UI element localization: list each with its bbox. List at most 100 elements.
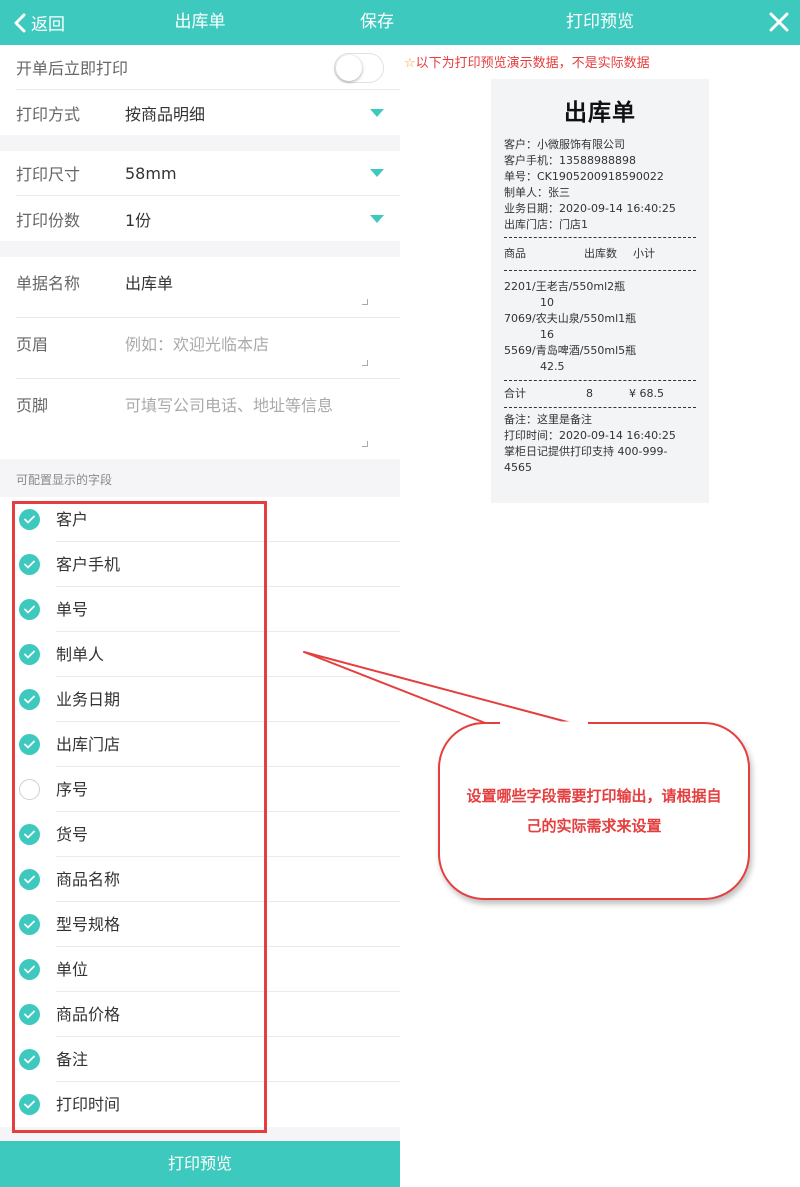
auto-print-label: 开单后立即打印 (16, 59, 129, 78)
back-button[interactable]: 返回 (12, 0, 65, 45)
preview-top-bar: 打印预览 (400, 0, 800, 45)
checkmark-icon (24, 965, 35, 974)
checkmark-icon (24, 1010, 35, 1019)
field-checkbox-item[interactable]: 备注 (0, 1037, 400, 1082)
checkmark-icon (24, 560, 35, 569)
divider (504, 237, 696, 238)
footer-text-label: 页脚 (16, 396, 49, 415)
checkmark-icon (24, 740, 35, 749)
close-icon[interactable] (768, 11, 790, 33)
checked-circle-icon[interactable] (19, 509, 40, 530)
checked-circle-icon[interactable] (19, 1004, 40, 1025)
footer-textarea[interactable]: 可填写公司电话、地址等信息 (125, 392, 370, 416)
checkmark-icon (24, 695, 35, 704)
top-bar: 返回 出库单 保存 (0, 0, 400, 45)
caret-down-icon (370, 214, 384, 223)
field-checkbox-item[interactable]: 序号 (0, 767, 400, 812)
unchecked-circle-icon[interactable] (19, 779, 40, 800)
receipt-item-name: 2201/王老吉/550ml2瓶 (504, 280, 626, 293)
field-checkbox-label: 出库门店 (56, 722, 400, 767)
document-text-group: 单据名称 出库单 页眉 例如：欢迎光临本店 页脚 可填写公司电话、地址等信息 (0, 257, 400, 459)
receipt-support-line2: 4565 (504, 461, 532, 474)
field-checkbox-item[interactable]: 打印时间 (0, 1082, 400, 1127)
header-text-label: 页眉 (16, 335, 49, 354)
total-qty: 8 (586, 387, 593, 400)
print-preview-button[interactable]: 打印预览 (0, 1141, 400, 1187)
field-checkbox-item[interactable]: 出库门店 (0, 722, 400, 767)
receipt-remark: 备注：这里是备注 (504, 413, 592, 426)
checked-circle-icon[interactable] (19, 824, 40, 845)
print-size-select[interactable]: 打印尺寸 58mm (16, 151, 400, 196)
field-checkbox-item[interactable]: 制单人 (0, 632, 400, 677)
checkmark-icon (24, 1055, 35, 1064)
print-copies-select[interactable]: 打印份数 1份 (16, 196, 400, 241)
fields-section-label: 可配置显示的字段 (16, 473, 113, 487)
field-checkbox-item[interactable]: 客户手机 (0, 542, 400, 587)
field-checkbox-item[interactable]: 商品名称 (0, 857, 400, 902)
save-button[interactable]: 保存 (360, 0, 394, 45)
print-mode-select[interactable]: 打印方式 按商品明细 (16, 90, 400, 135)
caret-down-icon (370, 108, 384, 117)
field-checkbox-label: 商品名称 (56, 857, 400, 902)
receipt-creator: 制单人：张三 (504, 186, 570, 199)
checkmark-icon (24, 875, 35, 884)
checkmark-icon (24, 515, 35, 524)
doc-name-textarea[interactable]: 出库单 (125, 270, 370, 294)
checked-circle-icon[interactable] (19, 644, 40, 665)
resize-handle-icon[interactable] (362, 441, 368, 447)
checked-circle-icon[interactable] (19, 599, 40, 620)
doc-name-row: 单据名称 出库单 (16, 257, 400, 318)
notice-text: 以下为打印预览演示数据，不是实际数据 (415, 56, 650, 71)
header-textarea[interactable]: 例如：欢迎光临本店 (125, 331, 370, 355)
checked-circle-icon[interactable] (19, 554, 40, 575)
auto-print-row: 开单后立即打印 (16, 45, 400, 90)
receipt-column-headers: 商品 出库数 小计 (504, 242, 696, 266)
checked-circle-icon[interactable] (19, 1049, 40, 1070)
checkmark-icon (24, 605, 35, 614)
receipt-item-value: 16 (540, 328, 554, 341)
field-checkbox-label: 单号 (56, 587, 400, 632)
checkmark-icon (24, 1100, 35, 1109)
field-checkbox-label: 客户 (56, 497, 400, 542)
demo-data-notice: ☆以下为打印预览演示数据，不是实际数据 (404, 52, 650, 71)
field-checkbox-item[interactable]: 单号 (0, 587, 400, 632)
chevron-left-icon (14, 13, 26, 32)
receipt-item-name: 7069/农夫山泉/550ml1瓶 (504, 312, 637, 325)
field-checkbox-item[interactable]: 单位 (0, 947, 400, 992)
field-checkbox-item[interactable]: 商品价格 (0, 992, 400, 1037)
resize-handle-icon[interactable] (362, 299, 368, 305)
field-checkbox-item[interactable]: 货号 (0, 812, 400, 857)
col-qty: 出库数 (584, 247, 617, 260)
checked-circle-icon[interactable] (19, 869, 40, 890)
checked-circle-icon[interactable] (19, 914, 40, 935)
receipt-biz-date: 业务日期：2020-09-14 16:40:25 (504, 202, 676, 215)
divider (504, 270, 696, 271)
star-icon: ☆ (404, 56, 416, 71)
receipt-support-line1: 掌柜日记提供打印支持 400-999- (504, 445, 668, 458)
divider (504, 407, 696, 408)
field-checkbox-item[interactable]: 客户 (0, 497, 400, 542)
annotation-callout: 设置哪些字段需要打印输出，请根据自己的实际需求来设置 (438, 722, 750, 900)
checked-circle-icon[interactable] (19, 734, 40, 755)
total-label: 合计 (504, 387, 526, 400)
header-text-row: 页眉 例如：欢迎光临本店 (16, 318, 400, 379)
auto-print-toggle[interactable] (334, 53, 384, 83)
field-checkbox-item[interactable]: 业务日期 (0, 677, 400, 722)
field-checkbox-label: 制单人 (56, 632, 400, 677)
checkmark-icon (24, 650, 35, 659)
checked-circle-icon[interactable] (19, 959, 40, 980)
print-copies-value: 1份 (125, 210, 152, 230)
checkmark-icon (24, 830, 35, 839)
field-checkbox-item[interactable]: 型号规格 (0, 902, 400, 947)
col-goods: 商品 (504, 247, 526, 260)
resize-handle-icon[interactable] (362, 360, 368, 366)
print-settings-panel: 返回 出库单 保存 开单后立即打印 打印方式 按商品明细 打印尺寸 58mm 打… (0, 0, 400, 1187)
col-subtotal: 小计 (633, 247, 655, 260)
field-checklist: 客户 客户手机 单号 制单人 业务日期 出库门店 序号 货号 商品名称 型号规格 单位 商品价格 备注打… (0, 497, 400, 1127)
footer-text-row: 页脚 可填写公司电话、地址等信息 (16, 379, 400, 459)
caret-down-icon (370, 169, 384, 177)
print-options-group: 开单后立即打印 打印方式 按商品明细 (0, 45, 400, 135)
checked-circle-icon[interactable] (19, 689, 40, 710)
checked-circle-icon[interactable] (19, 1094, 40, 1115)
field-checkbox-label: 序号 (56, 767, 400, 812)
